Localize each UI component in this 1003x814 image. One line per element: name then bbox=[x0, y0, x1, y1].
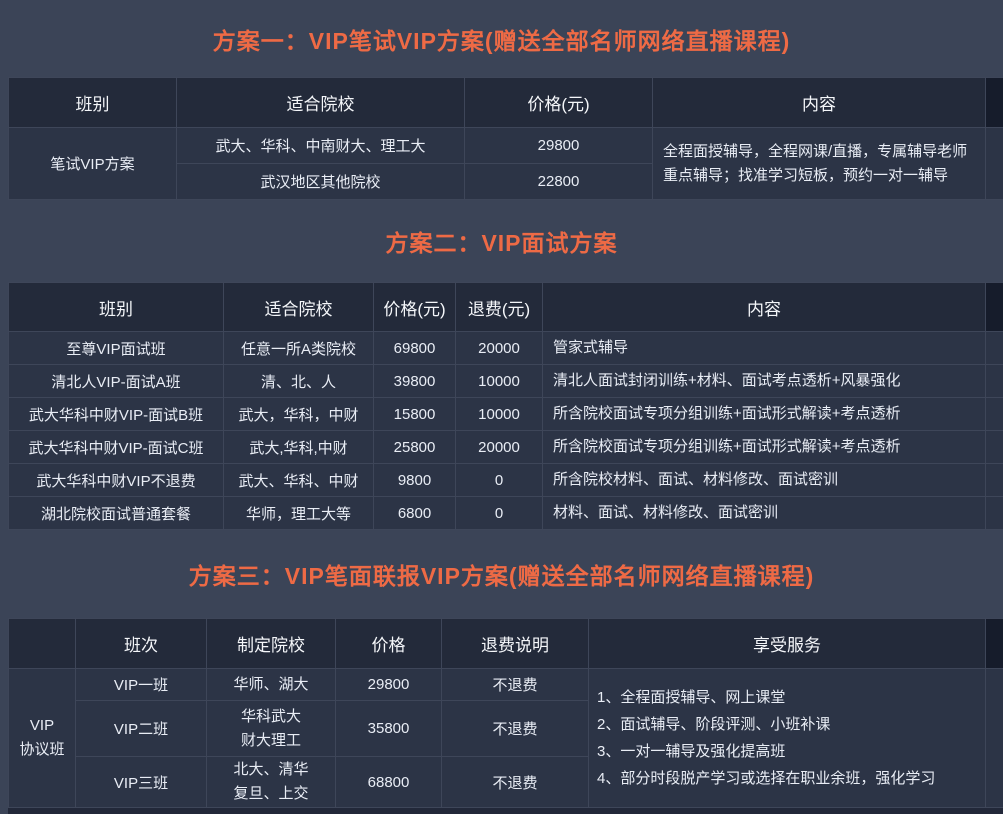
service-item: 3、一对一辅导及强化提高班 bbox=[597, 738, 977, 765]
plan2-title: 方案二：VIP面试方案 bbox=[0, 200, 1003, 282]
plan3-col-header-refund: 退费说明 bbox=[442, 619, 589, 669]
plan2-class-name-cell: 湖北院校面试普通套餐 bbox=[9, 497, 224, 530]
plan3-class-name-cell: VIP二班 bbox=[76, 701, 207, 757]
plan1-table-edge-cell bbox=[986, 128, 1003, 200]
plan3-col-header-class: 班次 bbox=[76, 619, 207, 669]
plan3-refund-cell: 不退费 bbox=[442, 757, 589, 808]
table-row: 清北人VIP-面试A班 清、北、人 39800 10000 清北人面试封闭训练+… bbox=[9, 365, 1003, 398]
plan1-class-name-cell: 笔试VIP方案 bbox=[9, 128, 177, 200]
plan2-table-edge-cell bbox=[986, 398, 1003, 431]
plan2-table-edge-cell bbox=[986, 464, 1003, 497]
plan2-schools-cell: 华师，理工大等 bbox=[224, 497, 374, 530]
plan1-schools-cell: 武大、华科、中南财大、理工大 bbox=[177, 128, 465, 164]
plan2-schools-cell: 清、北、人 bbox=[224, 365, 374, 398]
plan3-title: 方案三：VIP笔面联报VIP方案(赠送全部名师网络直播课程) bbox=[0, 530, 1003, 618]
plan2-table-edge-header bbox=[986, 283, 1003, 332]
plan3-col-header-services: 享受服务 bbox=[589, 619, 986, 669]
plan3-schools-cell: 华科武大 财大理工 bbox=[207, 701, 336, 757]
table-row: VIP 协议班 VIP一班 华师、湖大 29800 不退费 1、全程面授辅导、网… bbox=[9, 669, 1003, 701]
plan1-col-header-price: 价格(元) bbox=[465, 78, 653, 128]
table-row: 武大华科中财VIP不退费 武大、华科、中财 9800 0 所含院校材料、面试、材… bbox=[9, 464, 1003, 497]
plan2-content-cell: 管家式辅导 bbox=[543, 332, 986, 365]
plan2-schools-cell: 武大,华科,中财 bbox=[224, 431, 374, 464]
plan1-col-header-content: 内容 bbox=[653, 78, 986, 128]
plan3-price-cell: 68800 bbox=[336, 757, 442, 808]
plan2-content-cell: 所含院校面试专项分组训练+面试形式解读+考点透析 bbox=[543, 398, 986, 431]
service-item: 4、部分时段脱产学习或选择在职业余班，强化学习 bbox=[597, 765, 977, 792]
plan2-col-header-price: 价格(元) bbox=[374, 283, 456, 332]
plan2-refund-cell: 20000 bbox=[456, 332, 543, 365]
table-row: 至尊VIP面试班 任意一所A类院校 69800 20000 管家式辅导 bbox=[9, 332, 1003, 365]
plan2-col-header-content: 内容 bbox=[543, 283, 986, 332]
table-row: 武大华科中财VIP-面试B班 武大，华科，中财 15800 10000 所含院校… bbox=[9, 398, 1003, 431]
plan1-table-edge-header bbox=[986, 78, 1003, 128]
service-item: 1、全程面授辅导、网上课堂 bbox=[597, 684, 977, 711]
plan2-refund-cell: 0 bbox=[456, 464, 543, 497]
plan2-table: 班别 适合院校 价格(元) 退费(元) 内容 至尊VIP面试班 任意一所A类院校… bbox=[8, 282, 1003, 530]
plan2-table-edge-cell bbox=[986, 431, 1003, 464]
plan2-refund-cell: 10000 bbox=[456, 365, 543, 398]
plan3-col-header-schools: 制定院校 bbox=[207, 619, 336, 669]
plan2-schools-cell: 任意一所A类院校 bbox=[224, 332, 374, 365]
plan2-class-name-cell: 武大华科中财VIP-面试C班 bbox=[9, 431, 224, 464]
plan2-col-header-class: 班别 bbox=[9, 283, 224, 332]
plan2-col-header-schools: 适合院校 bbox=[224, 283, 374, 332]
plan2-table-edge-cell bbox=[986, 332, 1003, 365]
plan2-refund-cell: 0 bbox=[456, 497, 543, 530]
plan2-schools-cell: 武大、华科、中财 bbox=[224, 464, 374, 497]
plan1-price-cell: 29800 bbox=[465, 128, 653, 164]
plan1-schools-cell: 武汉地区其他院校 bbox=[177, 164, 465, 200]
plan2-class-name-cell: 至尊VIP面试班 bbox=[9, 332, 224, 365]
plan2-price-cell: 69800 bbox=[374, 332, 456, 365]
plan2-class-name-cell: 武大华科中财VIP-面试B班 bbox=[9, 398, 224, 431]
plan3-price-cell: 29800 bbox=[336, 669, 442, 701]
plan2-price-cell: 9800 bbox=[374, 464, 456, 497]
plan2-price-cell: 25800 bbox=[374, 431, 456, 464]
plan1-price-cell: 22800 bbox=[465, 164, 653, 200]
plan3-class-name-cell: VIP三班 bbox=[76, 757, 207, 808]
plan3-price-cell: 35800 bbox=[336, 701, 442, 757]
plan2-refund-cell: 20000 bbox=[456, 431, 543, 464]
plan2-refund-cell: 10000 bbox=[456, 398, 543, 431]
service-item: 2、面试辅导、阶段评测、小班补课 bbox=[597, 711, 977, 738]
plan1-col-header-class: 班别 bbox=[9, 78, 177, 128]
plan2-schools-cell: 武大，华科，中财 bbox=[224, 398, 374, 431]
plan1-content-cell: 全程面授辅导，全程网课/直播，专属辅导老师重点辅导；找准学习短板，预约一对一辅导 bbox=[653, 128, 986, 200]
plan3-table: 班次 制定院校 价格 退费说明 享受服务 VIP 协议班 VIP一班 华师、湖大… bbox=[8, 618, 1003, 808]
plan2-table-edge-cell bbox=[986, 365, 1003, 398]
plan3-group-label: VIP 协议班 bbox=[9, 669, 76, 808]
plan3-table-edge-header bbox=[986, 619, 1003, 669]
plan3-schools-cell: 华师、湖大 bbox=[207, 669, 336, 701]
plan3-table-edge-cell bbox=[986, 669, 1003, 808]
plan2-class-name-cell: 武大华科中财VIP不退费 bbox=[9, 464, 224, 497]
plan2-content-cell: 材料、面试、材料修改、面试密训 bbox=[543, 497, 986, 530]
plan2-content-cell: 清北人面试封闭训练+材料、面试考点透析+风暴强化 bbox=[543, 365, 986, 398]
plan2-content-cell: 所含院校面试专项分组训练+面试形式解读+考点透析 bbox=[543, 431, 986, 464]
plan2-table-edge-cell bbox=[986, 497, 1003, 530]
plan3-class-name-cell: VIP一班 bbox=[76, 669, 207, 701]
plan3-corner-header bbox=[9, 619, 76, 669]
plan1-title: 方案一：VIP笔试VIP方案(赠送全部名师网络直播课程) bbox=[0, 0, 1003, 77]
table-row: 湖北院校面试普通套餐 华师，理工大等 6800 0 材料、面试、材料修改、面试密… bbox=[9, 497, 1003, 530]
plan2-price-cell: 15800 bbox=[374, 398, 456, 431]
plan3-refund-cell: 不退费 bbox=[442, 701, 589, 757]
plan2-col-header-refund: 退费(元) bbox=[456, 283, 543, 332]
plan3-schools-cell: 北大、清华 复旦、上交 bbox=[207, 757, 336, 808]
plan1-table: 班别 适合院校 价格(元) 内容 笔试VIP方案 武大、华科、中南财大、理工大 … bbox=[8, 77, 1003, 200]
table-bottom-edge bbox=[8, 808, 1003, 814]
plan3-col-header-price: 价格 bbox=[336, 619, 442, 669]
table-row: 武大华科中财VIP-面试C班 武大,华科,中财 25800 20000 所含院校… bbox=[9, 431, 1003, 464]
plan2-price-cell: 39800 bbox=[374, 365, 456, 398]
plan2-content-cell: 所含院校材料、面试、材料修改、面试密训 bbox=[543, 464, 986, 497]
plan3-refund-cell: 不退费 bbox=[442, 669, 589, 701]
plan3-services-cell: 1、全程面授辅导、网上课堂 2、面试辅导、阶段评测、小班补课 3、一对一辅导及强… bbox=[589, 669, 986, 808]
plan1-col-header-schools: 适合院校 bbox=[177, 78, 465, 128]
plan2-price-cell: 6800 bbox=[374, 497, 456, 530]
plan2-class-name-cell: 清北人VIP-面试A班 bbox=[9, 365, 224, 398]
